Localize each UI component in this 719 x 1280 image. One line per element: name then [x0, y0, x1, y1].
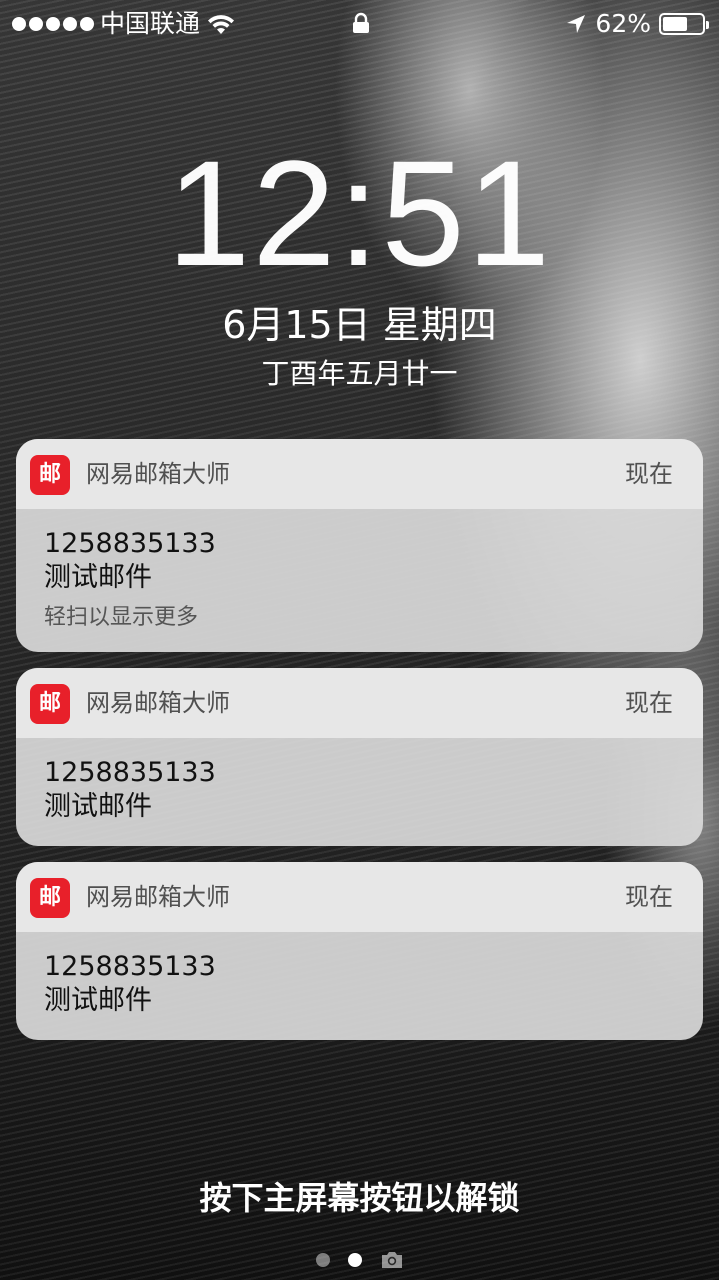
notification-sender: 1258835133: [44, 757, 216, 788]
battery-fill: [663, 17, 687, 31]
page-indicator[interactable]: [0, 1250, 719, 1270]
lunar-date: 丁酉年五月廿一: [261, 357, 458, 390]
notification-swipe-hint: 轻扫以显示更多: [44, 605, 199, 630]
notification-app-name: 网易邮箱大师: [86, 883, 230, 911]
status-left: 中国联通: [12, 0, 236, 48]
carrier-label: 中国联通: [100, 9, 201, 38]
location-arrow-icon: [567, 15, 586, 33]
notification-body: 1258835133 测试邮件: [16, 738, 703, 844]
notification-sender: 1258835133: [44, 951, 216, 982]
lock-date: 6月15日 星期四: [222, 303, 497, 347]
notification-time: 现在: [625, 689, 673, 717]
notification-time: 现在: [625, 883, 673, 911]
page-dot-today[interactable]: [315, 1253, 330, 1267]
status-bar: 中国联通 62%: [0, 0, 719, 48]
unlock-hint: 按下主屏幕按钮以解锁: [199, 1179, 520, 1217]
notification-app-name: 网易邮箱大师: [86, 689, 230, 717]
notification-subject: 测试邮件: [44, 985, 152, 1016]
notification-time: 现在: [625, 460, 673, 488]
notification-card[interactable]: 邮 网易邮箱大师 现在 1258835133 测试邮件 轻扫以显示更多: [16, 439, 703, 652]
notification-subject: 测试邮件: [44, 562, 152, 593]
signal-dots-icon: [12, 17, 94, 31]
wifi-icon: [208, 15, 235, 34]
notification-app-name: 网易邮箱大师: [86, 460, 230, 488]
notification-subject: 测试邮件: [44, 791, 152, 822]
lock-icon: [353, 12, 369, 33]
camera-icon[interactable]: [380, 1250, 404, 1270]
mail-app-icon: 邮: [30, 455, 70, 495]
notification-sender: 1258835133: [44, 528, 216, 559]
notification-header: 邮 网易邮箱大师 现在: [16, 862, 703, 932]
notification-card[interactable]: 邮 网易邮箱大师 现在 1258835133 测试邮件: [16, 668, 703, 846]
notification-body: 1258835133 测试邮件: [16, 932, 703, 1038]
lock-clock: 12:51: [166, 129, 553, 297]
battery-icon: [659, 13, 709, 35]
page-dot-current[interactable]: [347, 1253, 362, 1267]
mail-app-icon: 邮: [30, 684, 70, 724]
notification-card[interactable]: 邮 网易邮箱大师 现在 1258835133 测试邮件: [16, 862, 703, 1040]
mail-app-icon: 邮: [30, 878, 70, 918]
status-right: 62%: [565, 0, 709, 48]
notification-body: 1258835133 测试邮件 轻扫以显示更多: [16, 509, 703, 652]
notification-header: 邮 网易邮箱大师 现在: [16, 668, 703, 738]
notification-header: 邮 网易邮箱大师 现在: [16, 439, 703, 509]
battery-percent: 62%: [595, 9, 651, 38]
